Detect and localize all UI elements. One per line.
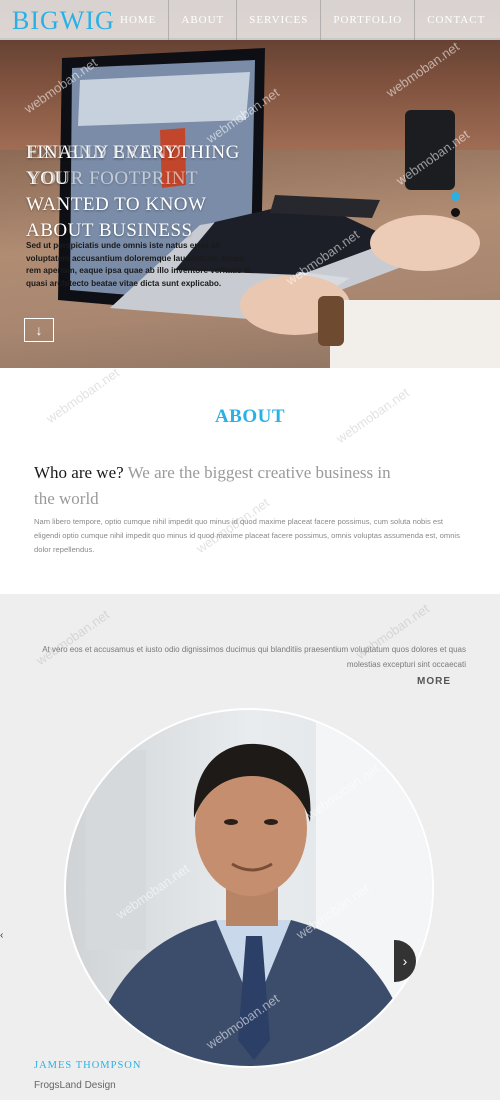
hero-description: Sed ut perspiciatis unde omnis iste natu… xyxy=(26,241,252,288)
right-hand xyxy=(370,215,480,271)
team-section: At vero eos et accusamus et iusto odio d… xyxy=(0,594,500,1100)
member-name: JAMES THOMPSON xyxy=(34,1060,142,1071)
about-title: ABOUT xyxy=(214,406,286,427)
ghost-line-1: EXTEND BRAND xyxy=(28,142,182,163)
ghost-line-2: YOUR FOOTPRINT xyxy=(28,168,199,189)
arrow-down-icon: ↓ xyxy=(35,322,43,338)
wristwatch xyxy=(318,296,344,346)
chevron-right-icon: › xyxy=(402,953,408,969)
slider-dot-2[interactable] xyxy=(451,208,460,217)
more-link[interactable]: MORE xyxy=(412,676,456,687)
nav-services[interactable]: SERVICES xyxy=(236,0,320,40)
hero-section: BIGWIG HOME ABOUT SERVICES PORTFOLIO CON… xyxy=(0,0,500,368)
sleeve xyxy=(330,300,500,368)
nav-contact[interactable]: CONTACT xyxy=(414,0,497,40)
top-navigation-bar: BIGWIG HOME ABOUT SERVICES PORTFOLIO CON… xyxy=(0,0,500,40)
prev-member-edge-icon[interactable]: ‹ xyxy=(0,930,4,941)
hero-headline-ghost: EXTEND BRAND YOUR FOOTPRINT xyxy=(28,140,268,192)
team-intro-text: At vero eos et accusamus et iusto odio d… xyxy=(42,645,466,669)
nav-home[interactable]: HOME xyxy=(108,0,168,40)
team-member-photo xyxy=(64,708,434,1068)
portrait-illustration xyxy=(86,710,432,1066)
about-intro: Who are we? We are the biggest creative … xyxy=(34,460,404,512)
member-role: FrogsLand Design xyxy=(34,1080,116,1091)
hero-headline: EXTEND BRAND YOUR FOOTPRINT FINALLY EVER… xyxy=(26,140,286,244)
coffee-mug xyxy=(405,110,455,190)
nav-portfolio[interactable]: PORTFOLIO xyxy=(320,0,414,40)
laptop-screen-page xyxy=(78,72,250,126)
scroll-down-button[interactable]: ↓ xyxy=(24,318,54,342)
about-body: Nam libero tempore, optio cumque nihil i… xyxy=(34,517,460,554)
about-section: ABOUT Who are we? We are the biggest cre… xyxy=(0,365,500,594)
headline-line-2: WANTED TO KNOW xyxy=(26,194,207,215)
about-question: Who are we? xyxy=(34,463,124,482)
brand-logo[interactable]: BIGWIG xyxy=(12,6,115,36)
main-nav: HOME ABOUT SERVICES PORTFOLIO CONTACT xyxy=(108,0,497,40)
slider-dot-1[interactable] xyxy=(451,192,460,201)
nav-about[interactable]: ABOUT xyxy=(168,0,236,40)
